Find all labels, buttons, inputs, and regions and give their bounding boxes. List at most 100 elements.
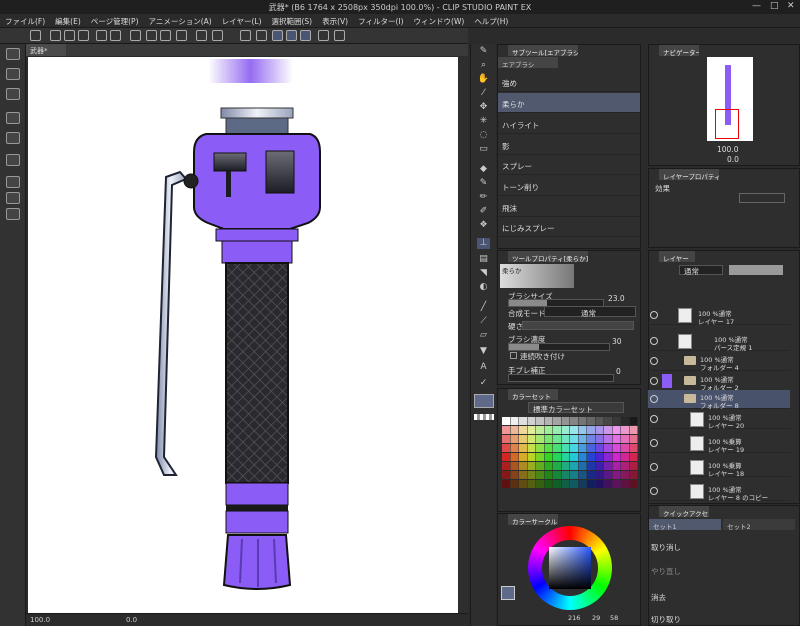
quick-clear[interactable]: 消去 [651, 592, 666, 603]
open-file-icon[interactable] [64, 30, 75, 41]
quick-cut[interactable]: 切り取り [651, 614, 681, 625]
zoom-readout[interactable]: 100.0 [30, 616, 50, 624]
menu-view[interactable]: 表示(V) [317, 14, 353, 27]
minimize-button[interactable]: — [752, 1, 761, 11]
brush-icon[interactable]: ✎ [477, 178, 490, 189]
eye-icon[interactable] [650, 487, 658, 495]
layer-blend-select[interactable]: 通常 [679, 265, 723, 276]
document-tab[interactable]: 武器* [26, 44, 66, 56]
tab-navigator[interactable]: ナビゲーター [659, 45, 699, 56]
hue-ring[interactable] [528, 526, 612, 610]
canvas-vertical-scrollbar[interactable] [458, 57, 468, 613]
export-icon[interactable] [6, 132, 20, 144]
navigator-viewport[interactable] [715, 109, 739, 139]
tab-set-1[interactable]: セット1 [649, 519, 721, 530]
eye-icon[interactable] [650, 415, 658, 423]
layer-row[interactable]: 100 %通常 パース定規 1 [648, 332, 790, 352]
sub-tool-item[interactable]: スプレー [498, 155, 640, 175]
menu-animation[interactable]: アニメーション(A) [144, 14, 217, 27]
menu-filter[interactable]: フィルター(I) [353, 14, 408, 27]
stabilization-slider[interactable] [508, 374, 614, 382]
marker-icon[interactable]: ✐ [477, 206, 490, 217]
app-icon[interactable] [30, 30, 41, 41]
canvas[interactable] [28, 57, 458, 613]
color-swatch-grid[interactable] [502, 417, 638, 491]
hand-icon[interactable]: ✋ [477, 74, 490, 85]
layer-row[interactable]: 100 %乗算 レイヤー 19 [648, 434, 790, 454]
crop-icon[interactable] [160, 30, 171, 41]
stabilization-value[interactable]: 0 [616, 367, 621, 376]
correct-line-icon[interactable]: ✓ [477, 378, 490, 389]
current-color-chip[interactable] [501, 586, 515, 600]
select-icon[interactable]: ▭ [477, 144, 490, 155]
layer-row[interactable]: 100 %通常 レイヤー 8 のコピー [648, 482, 790, 502]
menu-page[interactable]: ページ管理(P) [86, 14, 144, 27]
undo-icon[interactable] [96, 30, 107, 41]
ruler-icon[interactable]: ▱ [477, 330, 490, 341]
eye-icon[interactable] [650, 337, 658, 345]
lasso-icon[interactable]: ◌ [477, 130, 490, 141]
zoom-icon[interactable]: ⌕ [477, 60, 490, 71]
tab-airbrush-group[interactable]: エアブラシ [498, 57, 558, 68]
edit-icon[interactable] [6, 112, 20, 124]
pencil-icon[interactable]: ✏ [477, 192, 490, 203]
tab-layer-property[interactable]: レイヤープロパティ [659, 169, 719, 180]
tab-sub-tool[interactable]: サブツール[エアブラシ] [508, 45, 578, 56]
blend-mode-select[interactable]: 通常 [544, 306, 636, 318]
main-color-swatch[interactable] [474, 394, 494, 408]
eye-icon[interactable] [650, 395, 658, 403]
fill-bucket-icon[interactable]: ◥ [477, 268, 490, 279]
quick-undo[interactable]: 取り消し [651, 542, 681, 553]
snap-icon[interactable] [240, 30, 251, 41]
blend-icon[interactable]: ◐ [477, 282, 490, 293]
new-file-icon[interactable] [50, 30, 61, 41]
balloon-icon[interactable]: ▼ [477, 346, 490, 357]
eye-icon[interactable] [650, 463, 658, 471]
navigator-angle[interactable]: 0.0 [727, 155, 739, 164]
layer-row[interactable]: 100 %通常 レイヤー 20 [648, 410, 790, 430]
close-button[interactable]: ✕ [787, 1, 795, 11]
eye-icon[interactable] [650, 357, 658, 365]
navigator-zoom[interactable]: 100.0 [717, 145, 738, 154]
hardness-selector[interactable] [522, 321, 634, 330]
eraser-icon[interactable]: ◆ [477, 164, 490, 175]
color-set-select[interactable]: 標準カラーセット [528, 402, 624, 414]
layer-icon[interactable] [6, 192, 20, 204]
sub-tool-item[interactable]: にじみスプレー [498, 217, 640, 237]
layer-row-selected[interactable]: 100 %通常 フォルダー 8 [648, 390, 790, 410]
camera-icon[interactable] [6, 88, 20, 100]
layer-opacity-slider[interactable] [729, 265, 783, 275]
gradient-icon[interactable]: ▤ [477, 254, 490, 265]
eyedropper-icon[interactable]: ⁄ [477, 88, 490, 99]
airbrush-icon[interactable]: ⊥ [477, 238, 490, 249]
density-slider[interactable] [508, 343, 610, 351]
fill-icon[interactable] [146, 30, 157, 41]
tab-color-set[interactable]: カラーセット [508, 389, 558, 400]
invert-selection-icon[interactable] [212, 30, 223, 41]
deselect-icon[interactable] [196, 30, 207, 41]
sub-tool-item[interactable]: 影 [498, 135, 640, 155]
save-icon[interactable] [78, 30, 89, 41]
figure-icon[interactable]: ╱ [477, 302, 490, 313]
material-icon[interactable] [6, 176, 20, 188]
redo-icon[interactable] [110, 30, 121, 41]
tab-color-wheel[interactable]: カラーサークル [508, 514, 558, 525]
layer-row[interactable]: 100 %乗算 レイヤー 18 [648, 458, 790, 478]
ruler-snap-icon[interactable] [256, 30, 267, 41]
dropdown-icon[interactable] [334, 30, 345, 41]
eye-icon[interactable] [650, 311, 658, 319]
folder-icon[interactable] [6, 208, 20, 220]
quick-redo[interactable]: やり直し [651, 566, 681, 577]
maximize-button[interactable]: □ [770, 1, 779, 11]
sub-tool-item[interactable]: 飛沫 [498, 197, 640, 217]
layer-row[interactable]: 100 %通常 レイヤー 17 [648, 306, 790, 326]
effect-buttons[interactable] [739, 193, 785, 203]
menu-layer[interactable]: レイヤー(L) [217, 14, 267, 27]
layer-row[interactable]: 100 %通常 フォルダー 2 [648, 372, 790, 392]
sub-tool-item[interactable]: 柔らか [498, 93, 640, 113]
menu-help[interactable]: ヘルプ(H) [469, 14, 513, 27]
eye-icon[interactable] [650, 377, 658, 385]
angle-readout[interactable]: 0.0 [126, 616, 137, 624]
pen-icon[interactable]: ✎ [477, 46, 490, 57]
sub-tool-item[interactable]: トーン削り [498, 176, 640, 196]
